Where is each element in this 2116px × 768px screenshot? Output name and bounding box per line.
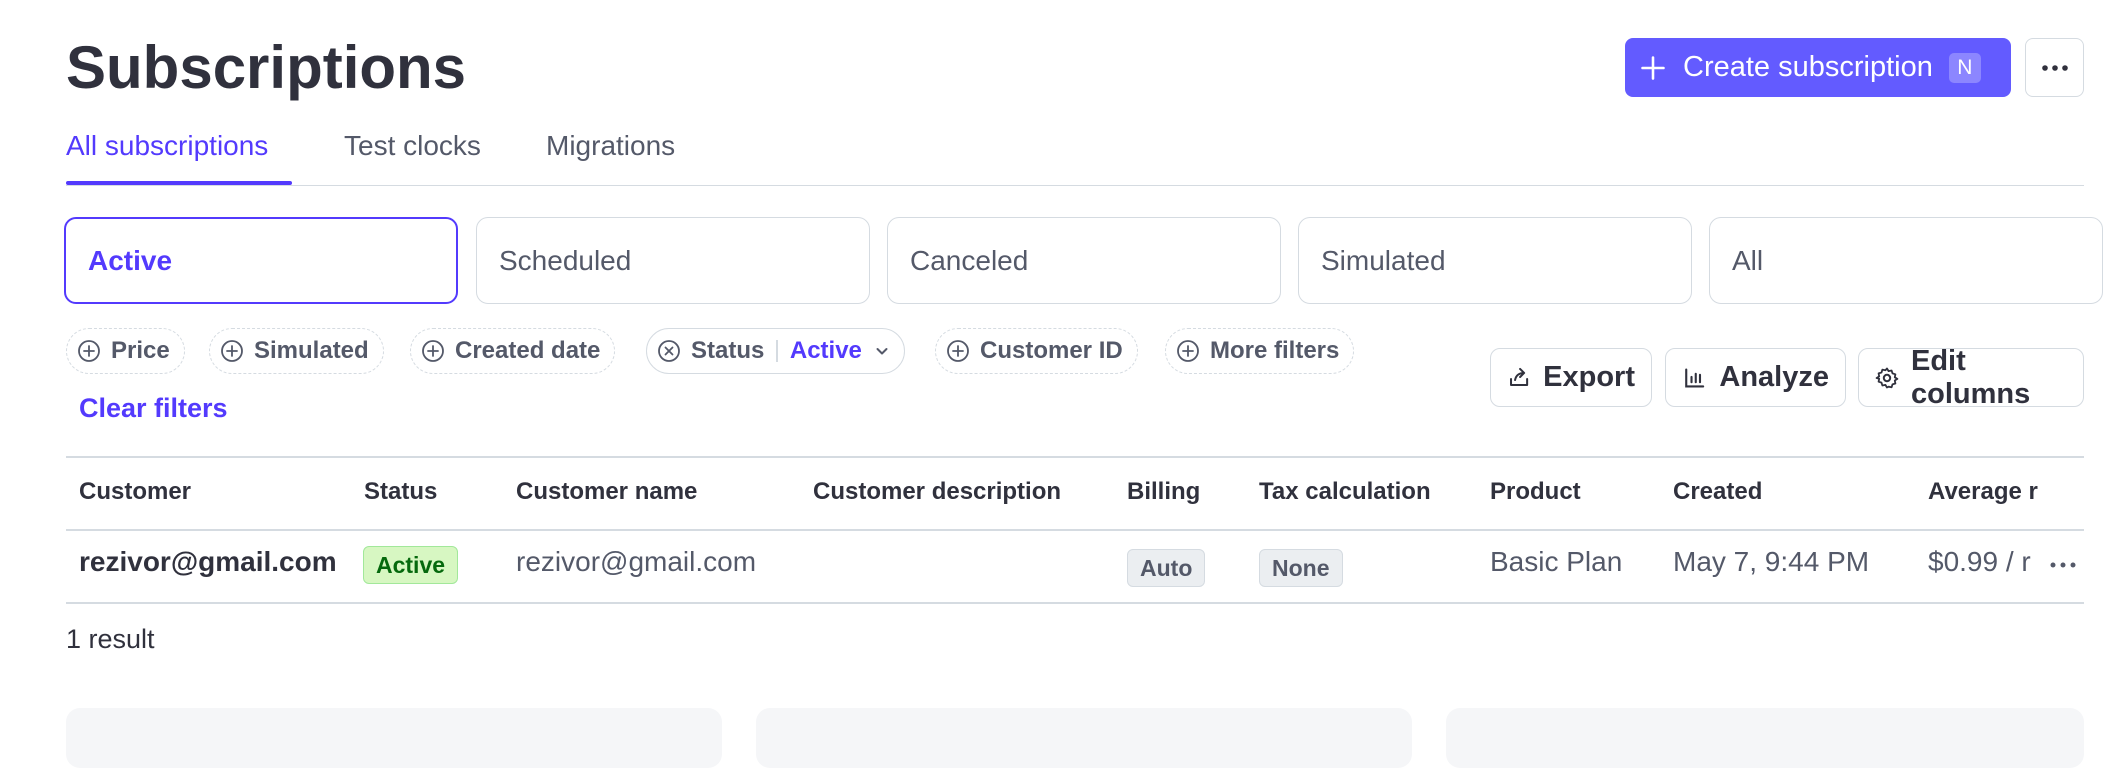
ellipsis-icon: [2041, 64, 2068, 71]
filter-chip-simulated[interactable]: Simulated: [209, 328, 384, 374]
table-bottom-border: [66, 602, 2084, 604]
billing-badge: Auto: [1127, 549, 1206, 587]
active-tab-indicator: [66, 181, 292, 185]
edit-columns-button[interactable]: Edit columns: [1858, 345, 2084, 410]
add-circle-icon: [422, 340, 444, 362]
filter-chip-created-date[interactable]: Created date: [410, 328, 616, 374]
tab-test-clocks[interactable]: Test clocks: [344, 130, 481, 162]
add-circle-icon: [78, 340, 100, 362]
status-card-all[interactable]: All: [1709, 217, 2103, 304]
create-subscription-label: Create subscription: [1683, 51, 1933, 83]
status-card-active[interactable]: Active: [64, 217, 458, 304]
filter-chip-more-filters[interactable]: More filters: [1165, 328, 1355, 374]
table-header-border: [66, 529, 2084, 531]
tab-all-subscriptions[interactable]: All subscriptions: [66, 130, 268, 162]
filter-chip-status[interactable]: Status Active: [646, 328, 905, 374]
summary-panel: [1446, 708, 2084, 768]
plus-icon: [1641, 55, 1665, 80]
column-header-created[interactable]: Created: [1673, 478, 1762, 506]
bar-chart-icon: [1685, 367, 1705, 388]
column-header-customer[interactable]: Customer: [79, 478, 191, 506]
column-header-status[interactable]: Status: [364, 478, 437, 506]
gear-icon: [1875, 367, 1899, 388]
filter-chip-label: Created date: [455, 337, 601, 364]
filter-chip-value: Active: [789, 337, 862, 364]
add-circle-icon: [1177, 340, 1199, 362]
status-card-canceled[interactable]: Canceled: [887, 217, 1281, 304]
chevron-down-icon: [876, 348, 888, 355]
tab-divider: [66, 185, 2084, 186]
analyze-button[interactable]: Analyze: [1665, 348, 1846, 407]
cell-average: $0.99 / r: [1928, 546, 2031, 577]
page-title: Subscriptions: [66, 34, 467, 101]
column-header-product[interactable]: Product: [1490, 478, 1581, 506]
filter-chip-price[interactable]: Price: [66, 328, 185, 374]
clear-filters-link[interactable]: Clear filters: [79, 393, 228, 424]
result-count: 1 result: [66, 624, 155, 654]
add-circle-icon: [947, 340, 969, 362]
column-header-customer-description[interactable]: Customer description: [813, 478, 1061, 506]
remove-circle-icon[interactable]: [657, 339, 681, 363]
keyboard-shortcut-badge: N: [1948, 52, 1981, 83]
filter-chip-label: Customer ID: [980, 337, 1123, 364]
status-card-label: Canceled: [910, 244, 1029, 276]
status-card-scheduled[interactable]: Scheduled: [476, 217, 870, 304]
column-header-customer-name[interactable]: Customer name: [516, 478, 697, 506]
tax-badge: None: [1259, 549, 1343, 587]
summary-panel: [66, 708, 722, 768]
status-card-label: Active: [88, 244, 173, 276]
filter-chip-label: Price: [111, 337, 170, 364]
status-card-label: Simulated: [1321, 244, 1446, 276]
export-icon: [1510, 367, 1529, 386]
column-header-billing[interactable]: Billing: [1127, 478, 1200, 506]
more-options-button[interactable]: [2025, 38, 2084, 97]
analyze-label: Analyze: [1719, 361, 1829, 393]
cell-customer[interactable]: rezivor@gmail.com: [79, 546, 337, 578]
status-badge: Active: [363, 546, 459, 584]
row-actions-button[interactable]: [2046, 553, 2080, 577]
export-button[interactable]: Export: [1490, 348, 1652, 407]
column-header-tax-calculation[interactable]: Tax calculation: [1259, 478, 1431, 506]
edit-columns-label: Edit columns: [1910, 344, 2031, 410]
cell-created: May 7, 9:44 PM: [1673, 546, 1870, 577]
filter-chip-label: More filters: [1210, 337, 1340, 364]
create-subscription-button[interactable]: Create subscription N: [1625, 38, 2011, 97]
cell-product: Basic Plan: [1490, 546, 1623, 577]
cell-customer-name: rezivor@gmail.com: [516, 546, 757, 577]
add-circle-icon: [221, 340, 243, 362]
tab-migrations[interactable]: Migrations: [546, 130, 675, 162]
column-header-average[interactable]: Average r: [1928, 478, 2038, 506]
ellipsis-icon: [2050, 562, 2076, 568]
status-card-label: All: [1732, 244, 1764, 276]
summary-panel: [756, 708, 1412, 768]
chip-divider: [776, 340, 778, 362]
status-card-label: Scheduled: [499, 244, 632, 276]
export-label: Export: [1543, 361, 1635, 393]
filter-chip-customer-id[interactable]: Customer ID: [935, 328, 1138, 374]
filter-chip-label: Status: [691, 337, 765, 364]
table-top-border: [66, 456, 2084, 458]
filter-chip-label: Simulated: [254, 337, 369, 364]
status-card-simulated[interactable]: Simulated: [1298, 217, 1692, 304]
